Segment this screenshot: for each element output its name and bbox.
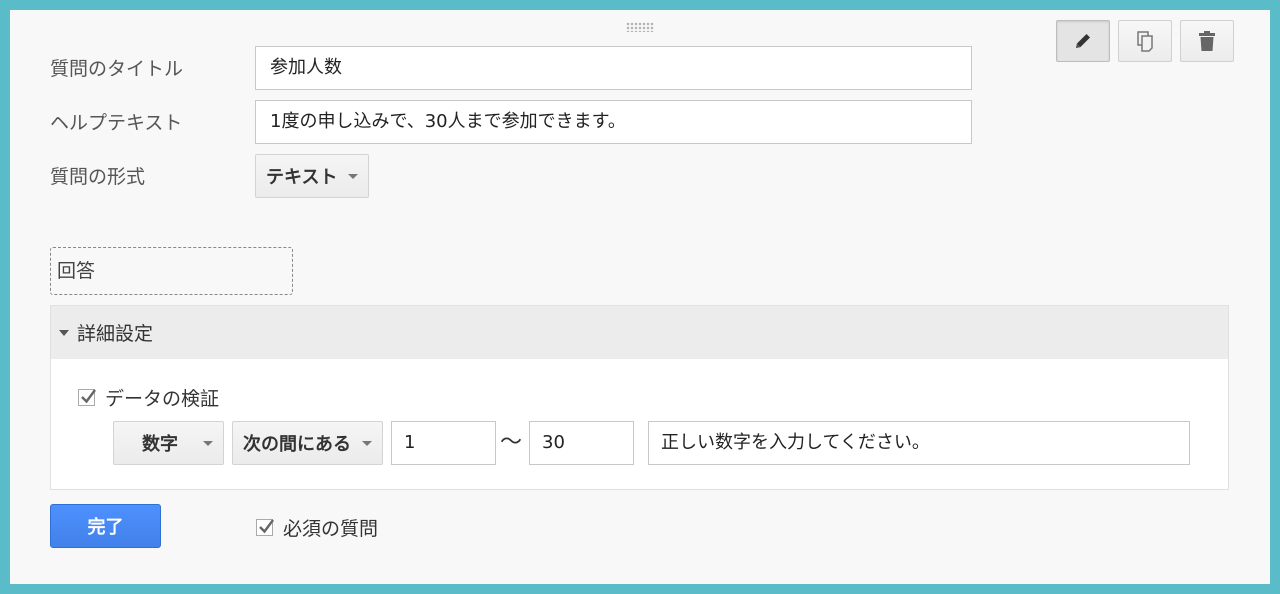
advanced-settings-section: 詳細設定 データの検証 数字 次の間にある 1 〜 30 正しい数字を入力してく…: [50, 305, 1229, 490]
checkmark-icon: [259, 519, 274, 534]
validation-condition-select[interactable]: 次の間にある: [232, 421, 383, 465]
edit-button[interactable]: [1056, 20, 1110, 62]
question-type-select[interactable]: テキスト: [255, 154, 369, 198]
validation-type-select[interactable]: 数字: [113, 421, 224, 465]
help-text-input[interactable]: 1度の申し込みで、30人まで参加できます。: [255, 100, 972, 144]
advanced-settings-title: 詳細設定: [77, 323, 154, 345]
question-editor-panel: 質問のタイトル 参加人数 ヘルプテキスト 1度の申し込みで、30人まで参加できま…: [10, 10, 1270, 584]
data-validation-label: データの検証: [105, 388, 220, 410]
collapse-triangle-icon: [59, 329, 69, 336]
checkmark-icon: [81, 389, 96, 404]
required-question-label: 必須の質問: [283, 518, 379, 540]
question-type-value: テキスト: [266, 167, 338, 188]
required-question-checkbox[interactable]: [256, 519, 274, 536]
copy-icon: [1137, 31, 1153, 52]
range-separator: 〜: [500, 430, 523, 455]
required-question-row: 必須の質問: [256, 514, 378, 541]
pencil-icon: [1076, 34, 1090, 48]
question-type-label: 質問の形式: [50, 166, 146, 188]
max-value-input[interactable]: 30: [529, 421, 634, 465]
chevron-down-icon: [203, 440, 213, 446]
validation-type-value: 数字: [142, 434, 178, 455]
question-toolbar: [1056, 20, 1234, 62]
chevron-down-icon: [362, 440, 372, 446]
delete-button[interactable]: [1180, 20, 1234, 62]
validation-condition-value: 次の間にある: [243, 434, 351, 455]
help-text-label: ヘルプテキスト: [50, 112, 183, 134]
data-validation-checkbox[interactable]: [78, 389, 96, 406]
answer-preview: 回答: [50, 247, 293, 295]
duplicate-button[interactable]: [1118, 20, 1172, 62]
drag-handle[interactable]: [626, 22, 654, 32]
trash-icon: [1199, 31, 1215, 51]
advanced-settings-toggle[interactable]: 詳細設定: [51, 306, 1228, 359]
custom-error-text-input[interactable]: 正しい数字を入力してください。: [648, 421, 1190, 465]
question-title-input[interactable]: 参加人数: [255, 46, 972, 90]
min-value-input[interactable]: 1: [391, 421, 496, 465]
data-validation-row: データの検証: [78, 384, 219, 411]
chevron-down-icon: [348, 173, 358, 179]
done-button[interactable]: 完了: [50, 504, 161, 548]
question-title-label: 質問のタイトル: [50, 58, 184, 80]
